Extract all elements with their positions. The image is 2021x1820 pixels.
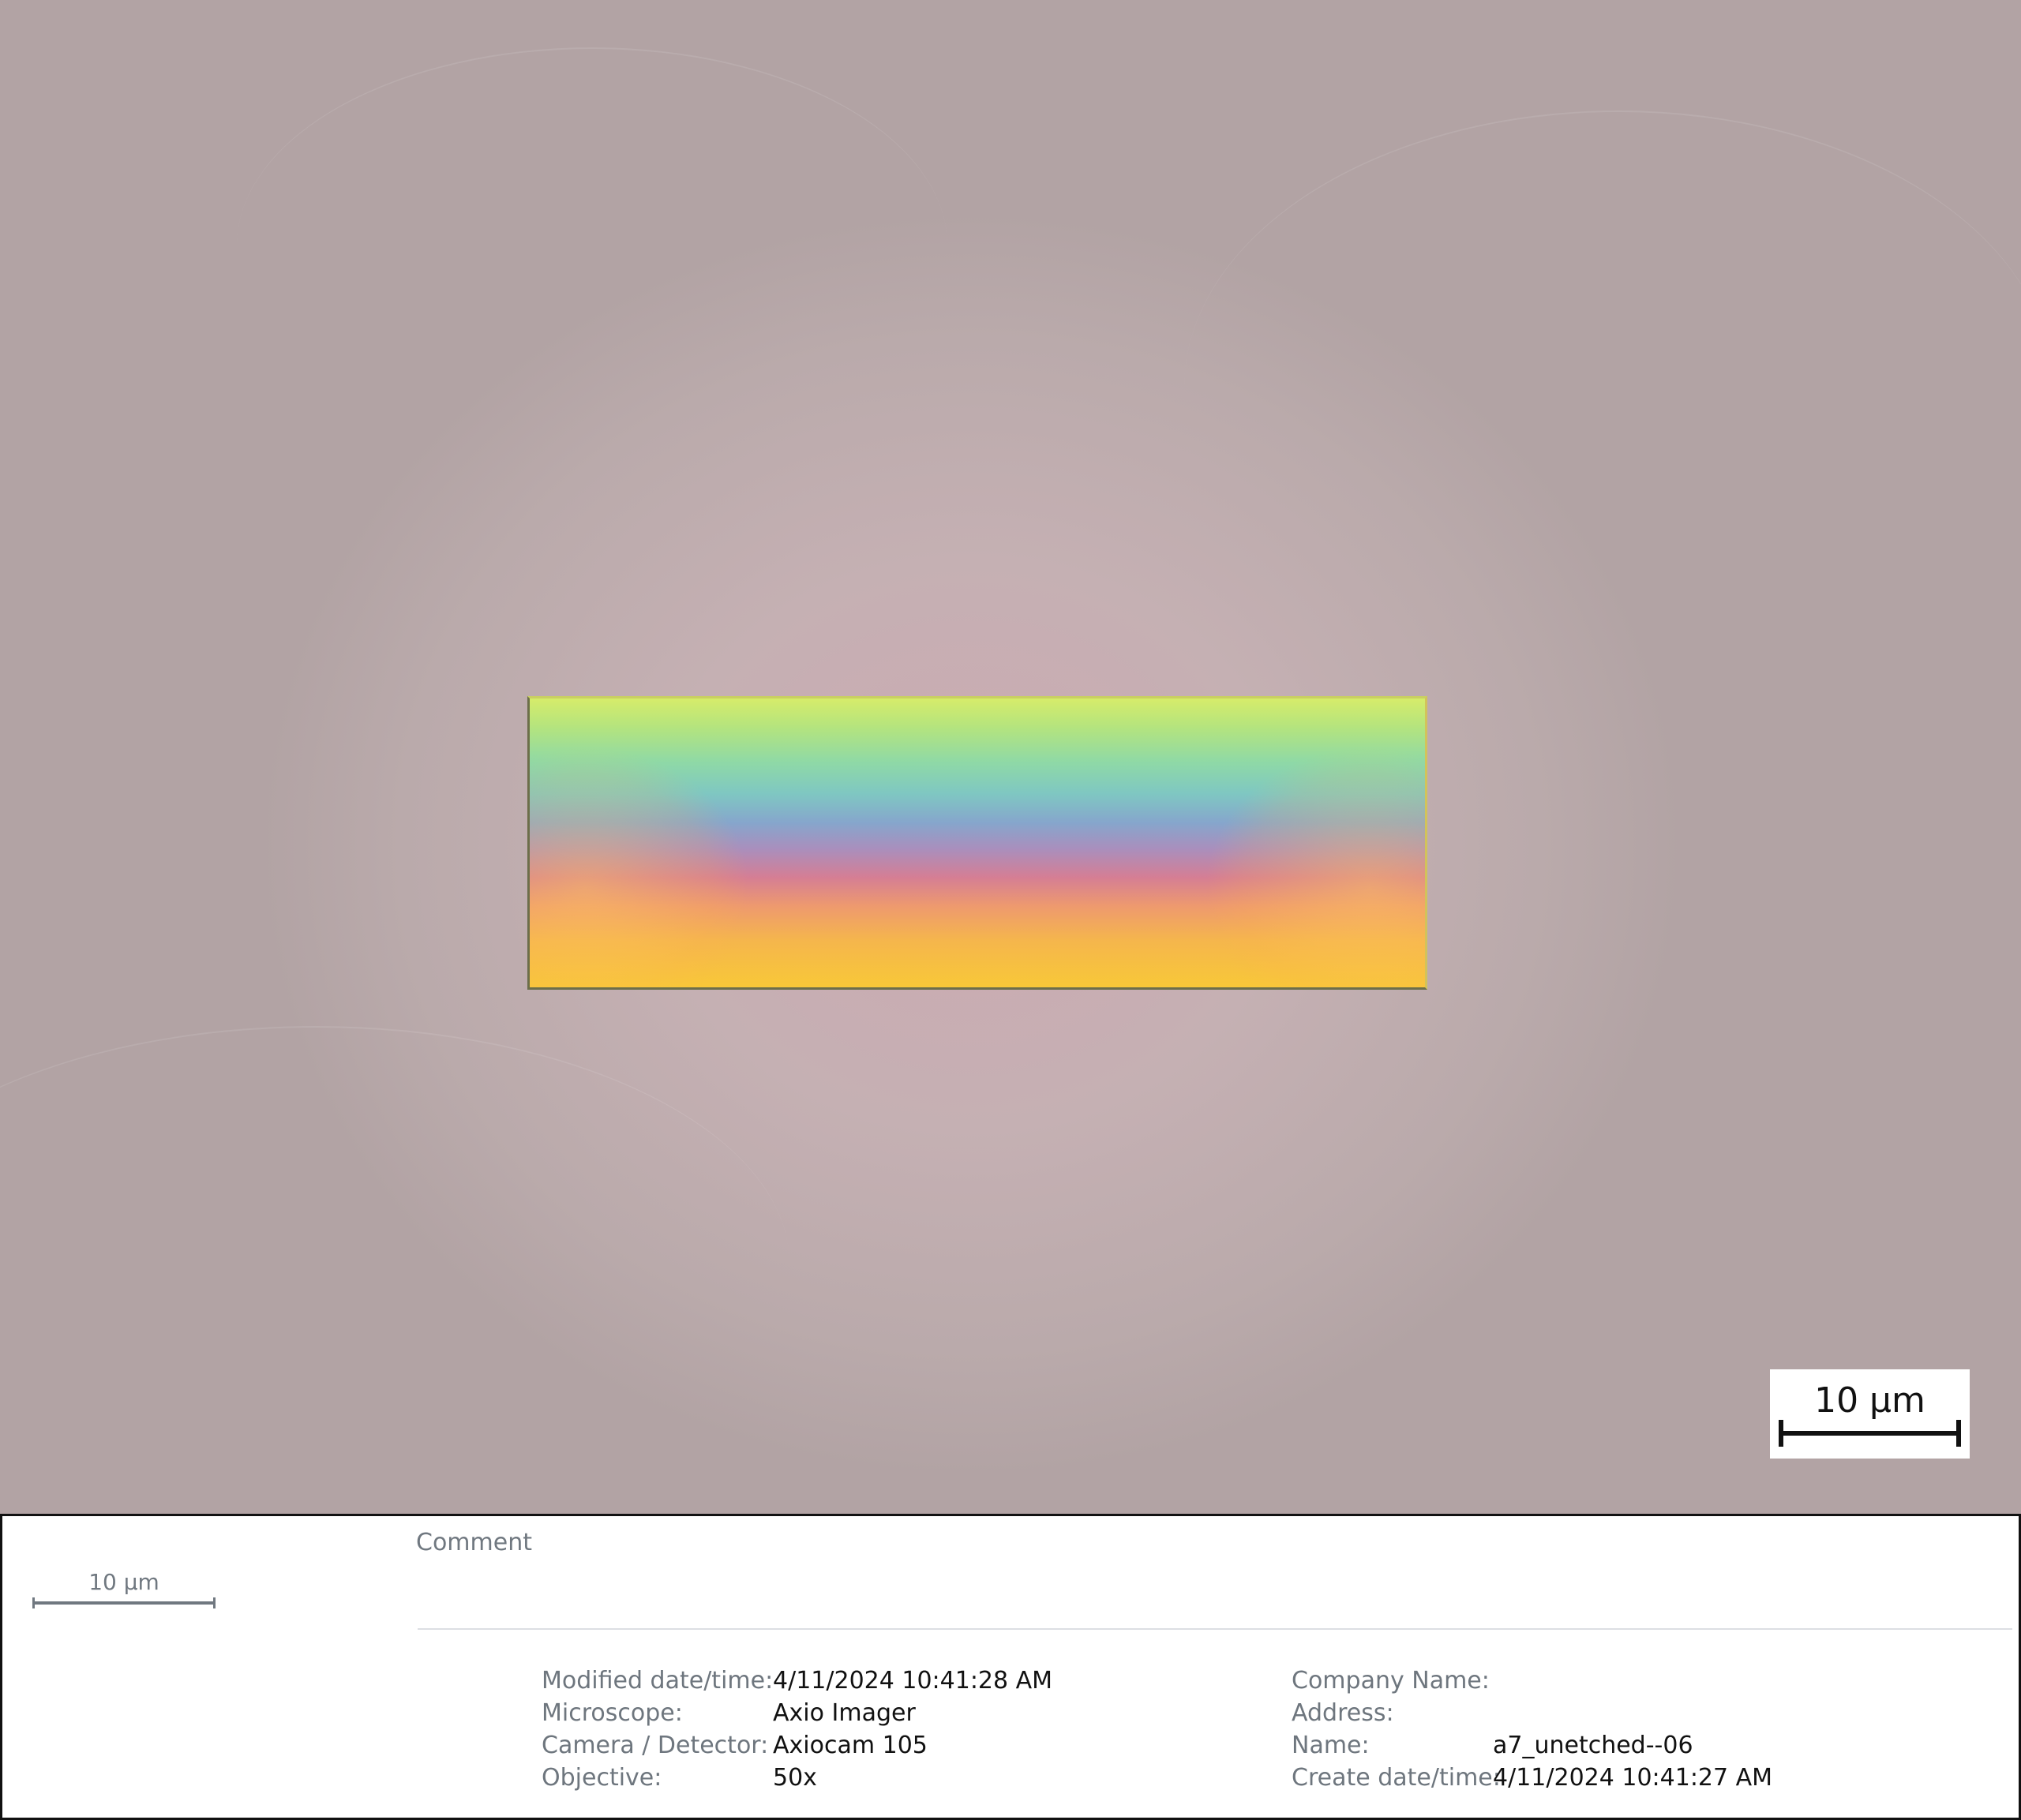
panel-scale-label: 10 µm xyxy=(88,1569,159,1595)
meta-row-modified: Modified date/time: 4/11/2024 10:41:28 A… xyxy=(542,1665,1052,1697)
meta-key: Create date/time: xyxy=(1292,1764,1501,1792)
meta-key: Address: xyxy=(1292,1699,1394,1727)
comment-divider xyxy=(418,1628,2012,1630)
scale-bar-overlay: 10 µm xyxy=(1770,1369,1970,1459)
meta-key: Company Name: xyxy=(1292,1667,1490,1695)
meta-row-company: Company Name: xyxy=(1292,1665,1772,1697)
meta-value: 50x xyxy=(773,1764,817,1792)
panel-scale-indicator: 10 µm xyxy=(32,1569,216,1608)
background-streak xyxy=(0,1026,789,1501)
meta-key: Objective: xyxy=(542,1764,662,1792)
comment-label: Comment xyxy=(416,1529,532,1556)
background-streak xyxy=(1184,110,2021,665)
metadata-right-column: Company Name: Address: Name: a7_unetched… xyxy=(1292,1665,1772,1794)
meta-value: 4/11/2024 10:41:28 AM xyxy=(773,1667,1053,1695)
meta-row-create-date: Create date/time: 4/11/2024 10:41:27 AM xyxy=(1292,1762,1772,1794)
meta-row-camera: Camera / Detector: Axiocam 105 xyxy=(542,1729,1052,1762)
flake-color-lobe xyxy=(1204,746,1425,987)
meta-key: Microscope: xyxy=(542,1699,683,1727)
meta-key: Name: xyxy=(1292,1732,1370,1759)
scale-bar-label: 10 µm xyxy=(1814,1380,1925,1421)
meta-row-microscope: Microscope: Axio Imager xyxy=(542,1697,1052,1729)
meta-row-objective: Objective: 50x xyxy=(542,1762,1052,1794)
image-info-panel: 10 µm Comment Modified date/time: 4/11/2… xyxy=(0,1514,2021,1820)
sample-flake xyxy=(527,696,1427,990)
panel-scale-bar xyxy=(32,1597,216,1608)
meta-key: Camera / Detector: xyxy=(542,1732,769,1759)
scale-bar xyxy=(1779,1420,1961,1447)
metadata-left-column: Modified date/time: 4/11/2024 10:41:28 A… xyxy=(542,1665,1052,1794)
microscope-image: 10 µm xyxy=(0,0,2021,1514)
meta-row-name: Name: a7_unetched--06 xyxy=(1292,1729,1772,1762)
flake-color-lobe xyxy=(530,746,751,987)
meta-value: 4/11/2024 10:41:27 AM xyxy=(1493,1764,1773,1792)
meta-key: Modified date/time: xyxy=(542,1667,774,1695)
meta-value: a7_unetched--06 xyxy=(1493,1732,1693,1759)
meta-value: Axio Imager xyxy=(773,1699,916,1727)
meta-value: Axiocam 105 xyxy=(773,1732,928,1759)
background-streak xyxy=(237,47,947,444)
meta-row-address: Address: xyxy=(1292,1697,1772,1729)
